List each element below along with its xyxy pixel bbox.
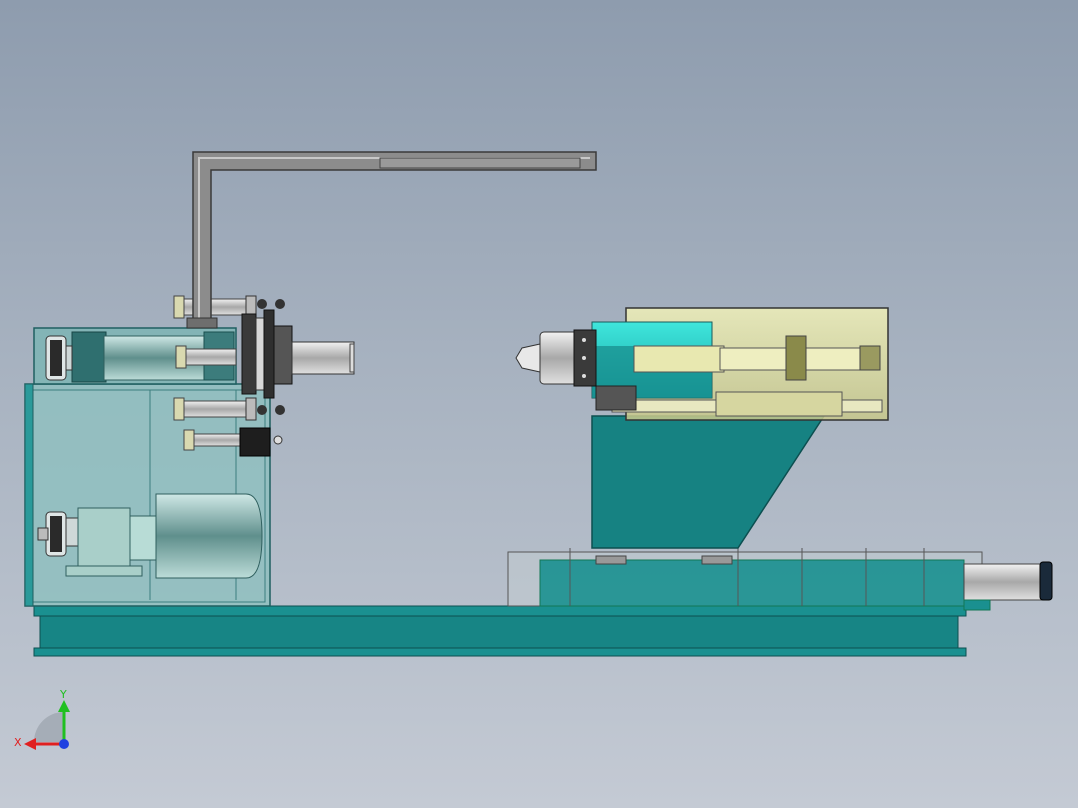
machine-base [33, 605, 967, 657]
x-axis-arrow-icon [24, 738, 36, 750]
y-axis-arrow-icon [58, 700, 70, 712]
z-axis-dot-icon [59, 739, 69, 749]
right-spindle-nose [515, 329, 597, 387]
coordinate-triad: Y X [14, 688, 70, 750]
right-slide [507, 548, 1053, 611]
x-axis-label: X [14, 736, 22, 749]
y-axis-label: Y [59, 688, 67, 701]
right-pedestal [591, 415, 826, 549]
cad-viewport[interactable]: Y X [0, 0, 1078, 808]
right-headstock [591, 307, 889, 421]
